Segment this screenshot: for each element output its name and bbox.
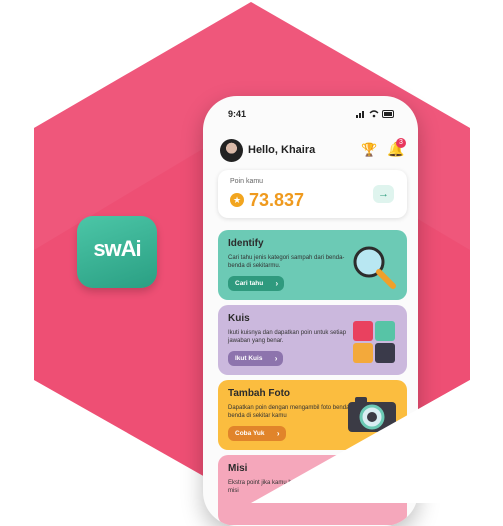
corner-overlay: [251, 361, 503, 503]
